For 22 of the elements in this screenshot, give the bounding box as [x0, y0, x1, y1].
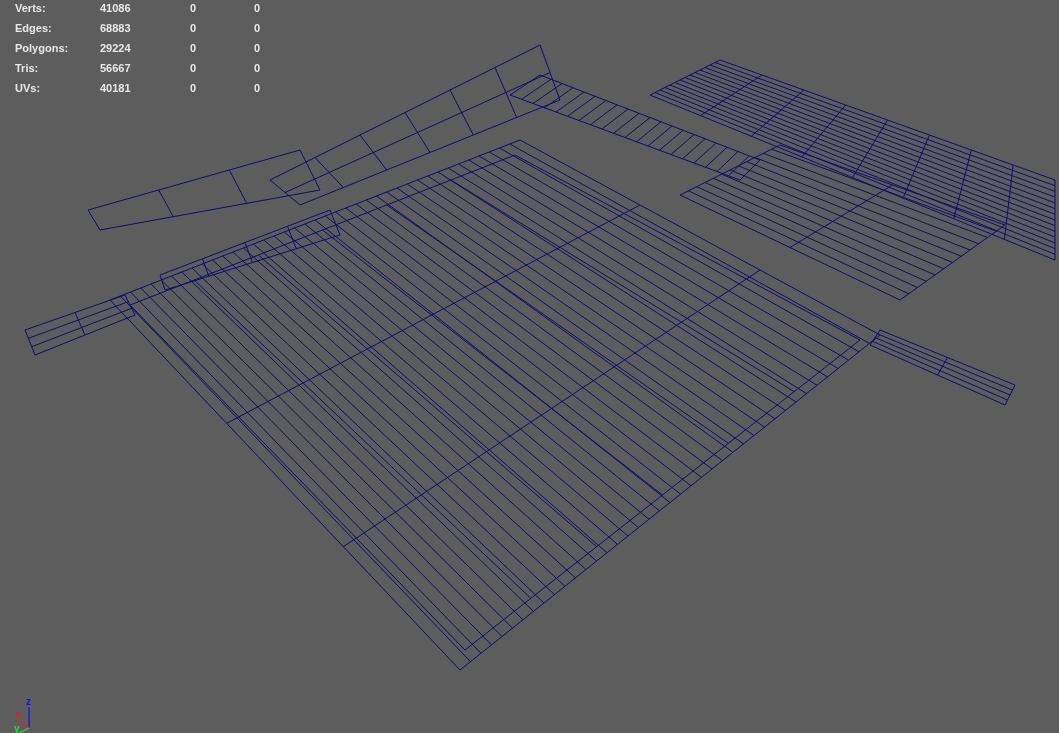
axis-label: z	[26, 696, 31, 707]
stat-label: Polygons:	[15, 41, 70, 55]
stat-value: 0	[190, 21, 198, 35]
stat-label: Edges:	[15, 21, 53, 35]
stat-value: 29224	[100, 41, 132, 55]
stat-label: Verts:	[15, 1, 47, 15]
stat-label: UVs:	[15, 81, 42, 95]
stat-value: 0	[254, 81, 261, 95]
axis-label: x	[15, 709, 21, 720]
stat-value: 0	[190, 61, 198, 75]
stat-value: 56667	[100, 61, 132, 75]
stat-value: 0	[190, 81, 198, 95]
stat-value: 41086	[100, 1, 132, 15]
stat-value: 0	[190, 1, 198, 15]
stat-value: 0	[254, 41, 261, 55]
stat-value: 40181	[100, 81, 132, 95]
stat-value: 0	[254, 21, 261, 35]
stat-value: 0	[254, 61, 261, 75]
stat-value: 68883	[100, 21, 132, 35]
stat-value: 0	[254, 1, 261, 15]
stat-label: Tris:	[15, 61, 40, 75]
stat-value: 0	[190, 41, 198, 55]
